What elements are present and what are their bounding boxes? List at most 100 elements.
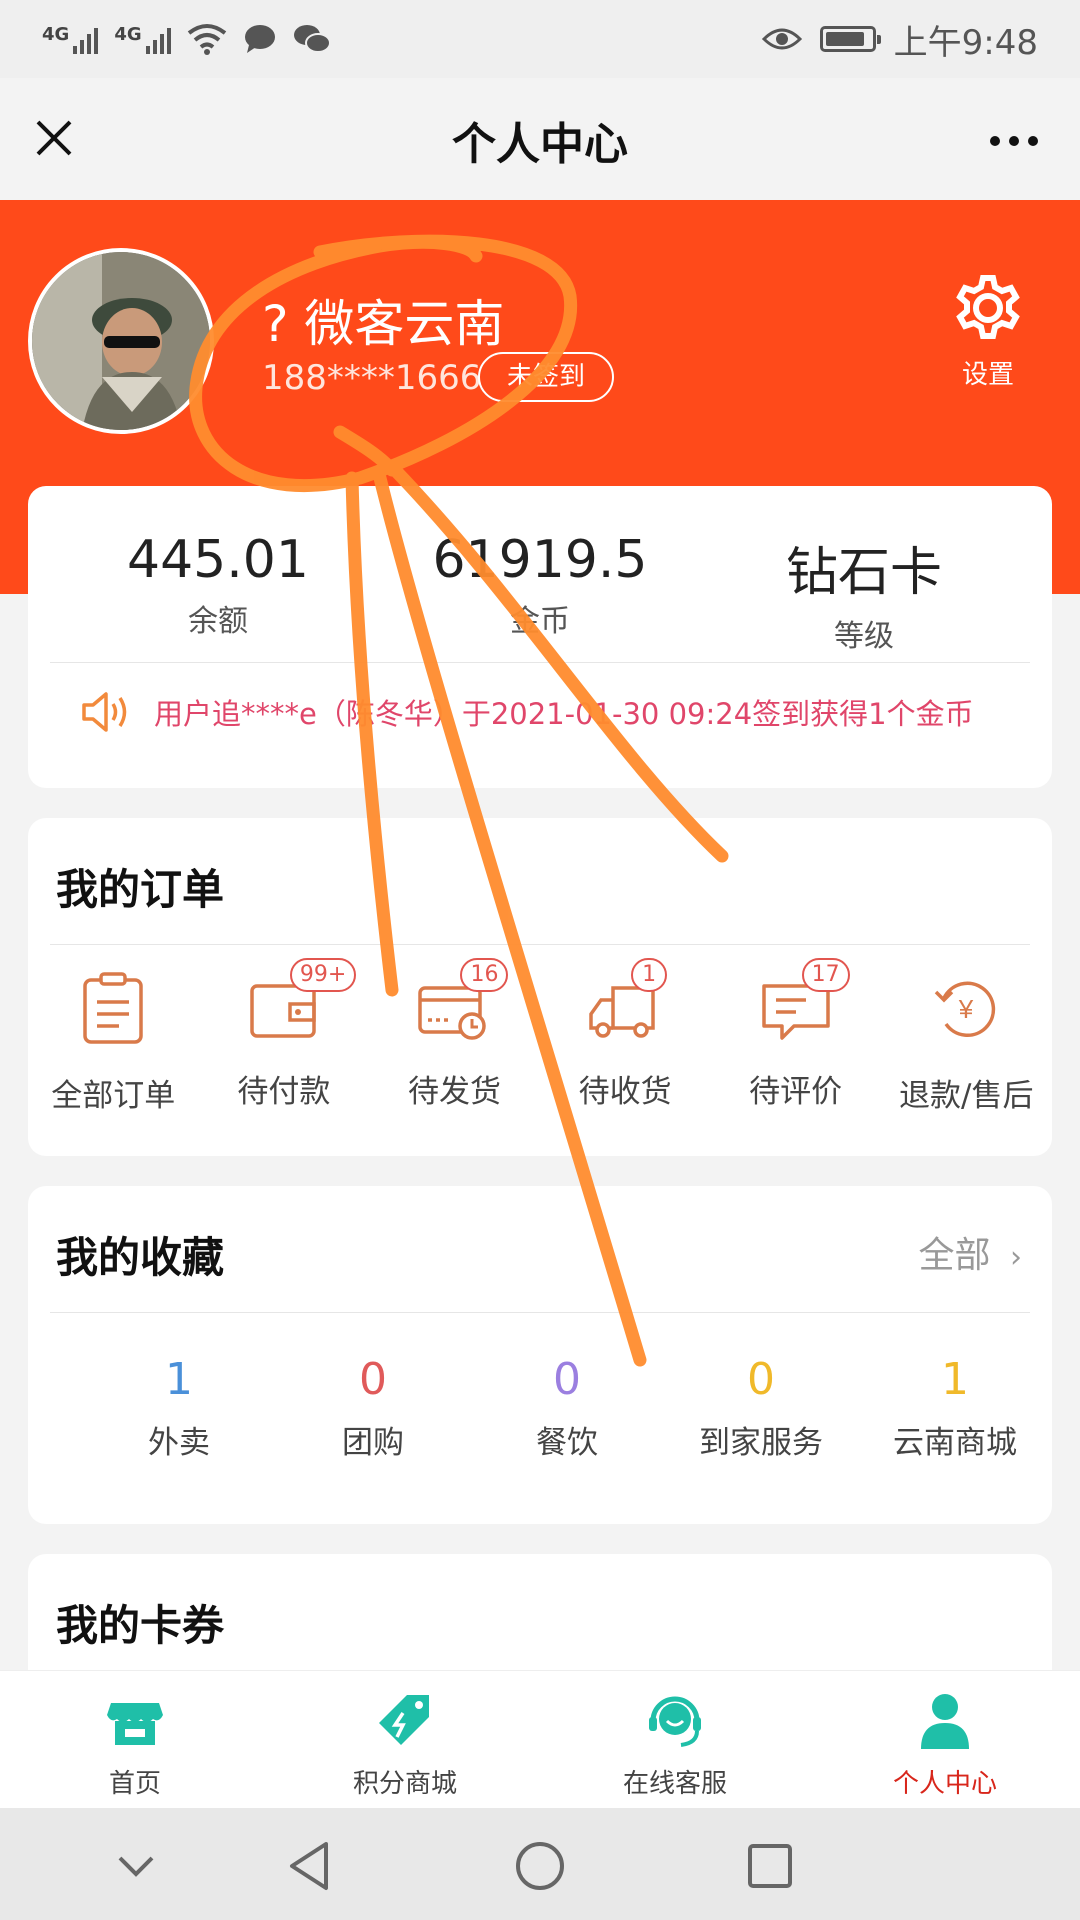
status-bar: 4G 4G 上午9:48 [0, 0, 1080, 78]
gear-icon [956, 275, 1020, 339]
clock: 上午9:48 [893, 22, 1038, 63]
order-to-ship[interactable]: 16 待发货 [369, 958, 540, 1115]
user-phone: 188****1666 [262, 358, 482, 398]
fav-count: 0 [553, 1354, 581, 1405]
fav-home-service[interactable]: 0 到家服务 [664, 1354, 858, 1462]
order-label: 待付款 [237, 1074, 331, 1110]
headset-icon [649, 1696, 701, 1747]
order-icon-wrap: 1 [585, 958, 668, 1048]
stat-balance[interactable]: 445.01 余额 [68, 530, 368, 640]
fav-label: 外卖 [148, 1425, 210, 1461]
fav-label: 餐饮 [536, 1425, 598, 1461]
favorites-card: 我的收藏 全部 › 1 外卖 0 团购 0 餐饮 0 到家服务 1 云南商城 [28, 1186, 1052, 1524]
fav-dining[interactable]: 0 餐饮 [470, 1354, 664, 1462]
favorites-all-link[interactable]: 全部 › [919, 1226, 1022, 1278]
status-left: 4G 4G [42, 23, 331, 55]
fav-group-buy[interactable]: 0 团购 [276, 1354, 470, 1462]
coupons-title: 我的卡券 [56, 1601, 225, 1650]
order-badge: 99+ [289, 958, 357, 992]
tab-home[interactable]: 首页 [0, 1671, 270, 1809]
fav-count: 0 [747, 1354, 775, 1405]
order-label: 待收货 [578, 1074, 672, 1110]
user-icon [921, 1694, 969, 1749]
favorites-all-label: 全部 [918, 1235, 991, 1276]
fav-label: 云南商城 [893, 1425, 1017, 1461]
speaker-icon [82, 692, 127, 732]
eye-icon [761, 28, 802, 50]
stat-level[interactable]: 钻石卡 等级 [714, 530, 1014, 655]
order-refund[interactable]: ¥ 退款/售后 [881, 968, 1052, 1115]
order-icon-wrap: 17 [756, 958, 850, 1048]
battery-icon [819, 26, 881, 52]
fav-yunnan-mall[interactable]: 1 云南商城 [858, 1354, 1052, 1462]
signal-2: 4G [114, 24, 171, 54]
stat-value: 钻石卡 [785, 543, 942, 603]
tab-points-mall[interactable]: 积分商城 [270, 1671, 540, 1809]
tab-label: 在线客服 [622, 1769, 727, 1799]
order-label: 待发货 [407, 1074, 501, 1110]
order-label: 退款/售后 [899, 1078, 1034, 1114]
avatar[interactable] [28, 248, 214, 434]
divider [50, 1312, 1030, 1313]
fav-label: 到家服务 [699, 1425, 823, 1461]
system-nav-bar [0, 1808, 1080, 1920]
status-right: 上午9:48 [761, 15, 1038, 64]
order-all[interactable]: 全部订单 [28, 968, 199, 1115]
signal-bars-icon [73, 24, 99, 54]
fav-count: 1 [165, 1354, 193, 1405]
fav-count: 1 [941, 1354, 969, 1405]
price-tag-icon [379, 1695, 429, 1745]
chevron-right-icon: › [1010, 1240, 1022, 1275]
bottom-tab-bar: 首页 积分商城 在线客服 个人中心 [0, 1670, 1080, 1809]
tab-label: 首页 [108, 1769, 161, 1799]
order-label: 待评价 [749, 1074, 843, 1110]
order-badge: 1 [631, 958, 668, 992]
signal-1: 4G [42, 24, 99, 54]
order-pending-payment[interactable]: 99+ 待付款 [199, 958, 370, 1115]
favorites-list: 1 外卖 0 团购 0 餐饮 0 到家服务 1 云南商城 [28, 1354, 1052, 1462]
wechat-icon [293, 25, 331, 53]
tab-label: 个人中心 [892, 1769, 997, 1799]
wifi-icon [187, 24, 226, 55]
svg-text:¥: ¥ [958, 994, 974, 1024]
stat-label: 等级 [834, 619, 894, 654]
stat-label: 金币 [510, 604, 570, 639]
order-status-list: 全部订单 99+ 待付款 16 待发货 1 待收货 17 待评价 ¥ 退款/售后 [28, 958, 1052, 1115]
chevron-down-icon[interactable] [108, 1838, 164, 1894]
store-icon [107, 1703, 163, 1745]
recents-icon[interactable] [742, 1838, 798, 1894]
settings-button[interactable]: 设置 [948, 272, 1028, 391]
signin-button[interactable]: 未签到 [478, 352, 614, 402]
settings-label: 设置 [961, 360, 1014, 390]
network-type-1: 4G [42, 24, 70, 45]
clipboard-icon [83, 972, 144, 1044]
fav-count: 0 [359, 1354, 387, 1405]
order-icon-wrap: 16 [414, 958, 509, 1048]
more-menu-icon[interactable] [990, 136, 1038, 146]
stat-coins[interactable]: 61919.5 金币 [390, 530, 690, 640]
order-to-review[interactable]: 17 待评价 [710, 958, 881, 1115]
tab-profile[interactable]: 个人中心 [810, 1671, 1080, 1809]
refund-icon: ¥ [935, 981, 996, 1038]
order-icon-wrap: 99+ [244, 958, 357, 1048]
home-icon[interactable] [512, 1838, 568, 1894]
stat-label: 余额 [188, 604, 248, 639]
page-title: 个人中心 [452, 119, 628, 170]
order-label: 全部订单 [51, 1078, 176, 1114]
fav-takeout[interactable]: 1 外卖 [82, 1354, 276, 1462]
order-to-receive[interactable]: 1 待收货 [540, 958, 711, 1115]
favorites-title: 我的收藏 [56, 1233, 225, 1282]
tab-customer-service[interactable]: 在线客服 [540, 1671, 810, 1809]
orders-title: 我的订单 [56, 865, 225, 914]
message-icon [244, 25, 275, 53]
order-badge: 17 [801, 958, 850, 992]
orders-card: 我的订单 全部订单 99+ 待付款 16 待发货 1 待收货 17 待评价 ¥ … [28, 818, 1052, 1156]
notice-bar[interactable]: 用户追****e（陈冬华）于2021-01-30 09:24签到获得1个金币 [80, 690, 1028, 734]
divider [50, 944, 1030, 945]
account-stats-card: 445.01 余额 61919.5 金币 钻石卡 等级 用户追****e（陈冬华… [28, 486, 1052, 788]
order-badge: 16 [460, 958, 509, 992]
network-type-2: 4G [114, 24, 142, 45]
back-icon[interactable] [282, 1838, 338, 1894]
stat-value: 445.01 [127, 530, 309, 590]
stat-value: 61919.5 [432, 530, 648, 590]
